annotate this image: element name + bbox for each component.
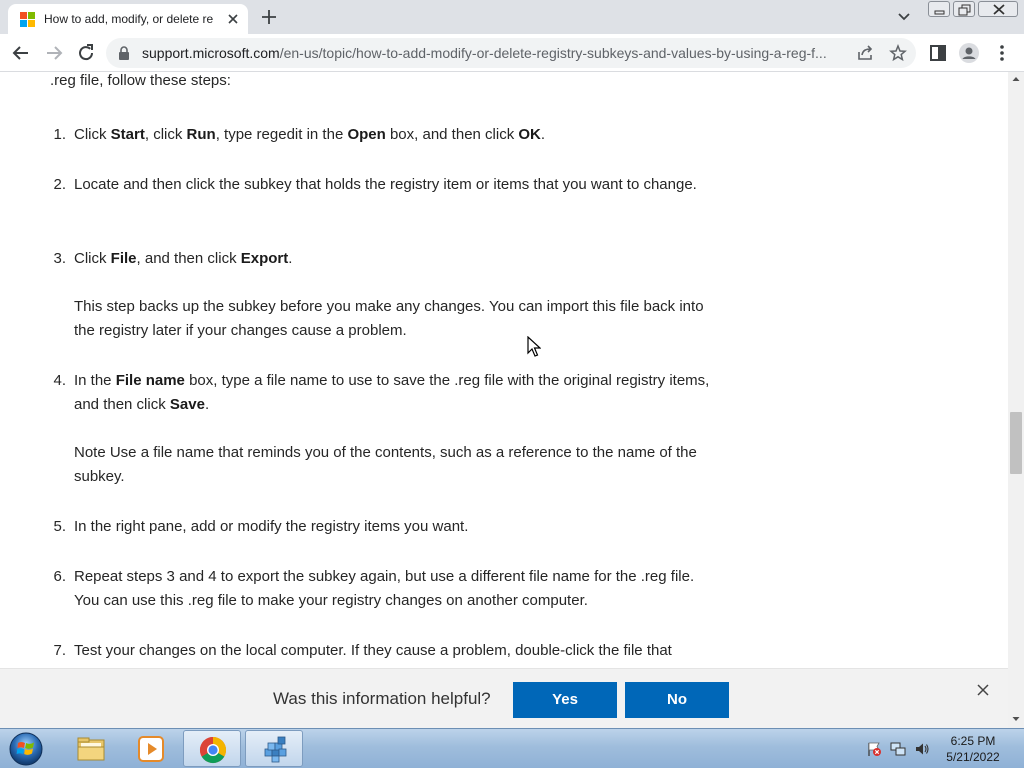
chevron-down-icon[interactable] (894, 8, 914, 26)
windows-taskbar: 6:25 PM 5/21/2022 (0, 728, 1024, 768)
step-text: Test your changes on the local computer.… (74, 642, 672, 659)
step-text: In the right pane, add or modify the reg… (74, 518, 469, 535)
step-number: 2. (53, 176, 66, 193)
page-scrollbar[interactable] (1008, 72, 1024, 728)
ui-term: Start (110, 126, 145, 143)
network-icon[interactable] (890, 741, 906, 757)
clock-time: 6:25 PM (950, 734, 996, 748)
step-number: 1. (53, 126, 66, 143)
back-button[interactable] (9, 41, 33, 65)
no-button[interactable]: No (625, 682, 729, 718)
address-bar[interactable]: support.microsoft.com/en-us/topic/how-to… (106, 38, 916, 68)
feedback-bar: Was this information helpful? Yes No (0, 668, 1008, 728)
step-note: This step backs up the subkey before you… (74, 298, 704, 339)
media-player-icon (138, 736, 164, 762)
ui-term: Run (186, 126, 216, 143)
action-center-flag-icon[interactable] (866, 741, 882, 757)
new-tab-button[interactable] (258, 6, 280, 28)
close-icon[interactable] (974, 681, 992, 699)
ui-term: Save (169, 396, 205, 413)
minimize-button[interactable] (928, 1, 950, 17)
lock-icon[interactable] (118, 46, 130, 60)
side-panel-icon[interactable] (926, 41, 950, 65)
step-number: 6. (53, 568, 66, 585)
ui-term: OK (518, 126, 541, 143)
clock-date: 5/21/2022 (946, 750, 1000, 764)
regedit-icon (264, 736, 287, 763)
taskbar-regedit[interactable] (245, 730, 303, 767)
url-domain: support.microsoft.com (142, 45, 280, 61)
feedback-question: Was this information helpful? (273, 689, 491, 708)
step-text: In the File name box, type a file name t… (74, 369, 714, 489)
bookmark-star-icon[interactable] (889, 43, 907, 62)
step-text: Locate and then click the subkey that ho… (74, 176, 697, 193)
url-path: /en-us/topic/how-to-add-modify-or-delete… (279, 45, 827, 61)
close-window-button[interactable] (978, 1, 1018, 17)
step-text: Click Start, click Run, type regedit in … (74, 126, 546, 143)
scroll-down-arrow-icon[interactable] (1008, 712, 1024, 726)
url-text[interactable]: support.microsoft.com/en-us/topic/how-to… (142, 45, 854, 61)
start-button[interactable] (6, 730, 46, 768)
step-number: 5. (53, 518, 66, 535)
chrome-icon (199, 736, 227, 764)
tab-strip: How to add, modify, or delete re (0, 0, 1024, 34)
taskbar-chrome[interactable] (183, 730, 241, 767)
tab-close-icon[interactable] (224, 10, 242, 28)
reload-button[interactable] (74, 41, 98, 65)
taskbar-media-player[interactable] (122, 730, 180, 767)
step-text: Repeat steps 3 and 4 to export the subke… (74, 568, 695, 609)
more-menu-icon[interactable] (990, 41, 1014, 65)
taskbar-explorer[interactable] (62, 730, 120, 767)
step-text: Click File, and then click Export. This … (74, 247, 714, 343)
restore-button[interactable] (953, 1, 975, 17)
step-number: 4. (53, 372, 66, 389)
ui-term: Export (240, 250, 289, 267)
tab-title: How to add, modify, or delete re (44, 12, 214, 26)
ui-term: File name (115, 372, 185, 389)
ui-term: Open (347, 126, 386, 143)
profile-avatar-icon[interactable] (957, 41, 981, 65)
volume-icon[interactable] (914, 741, 930, 757)
browser-tab[interactable]: How to add, modify, or delete re (8, 4, 248, 34)
microsoft-logo-icon (20, 12, 36, 28)
ui-term: File (110, 250, 137, 267)
page-content: .reg file, follow these steps: 1. Click … (0, 72, 1008, 668)
forward-button[interactable] (42, 41, 66, 65)
share-icon[interactable] (856, 44, 874, 62)
browser-toolbar: support.microsoft.com/en-us/topic/how-to… (0, 34, 1024, 72)
intro-text: .reg file, follow these steps: (50, 72, 231, 89)
step-number: 3. (53, 250, 66, 267)
yes-button[interactable]: Yes (513, 682, 617, 718)
step-number: 7. (53, 642, 66, 659)
step-note: Note Use a file name that reminds you of… (74, 444, 697, 485)
system-clock[interactable]: 6:25 PM 5/21/2022 (932, 733, 1014, 765)
scroll-up-arrow-icon[interactable] (1008, 72, 1024, 86)
folder-icon (77, 737, 105, 761)
mouse-cursor-icon (527, 335, 542, 358)
scroll-thumb[interactable] (1010, 412, 1022, 474)
